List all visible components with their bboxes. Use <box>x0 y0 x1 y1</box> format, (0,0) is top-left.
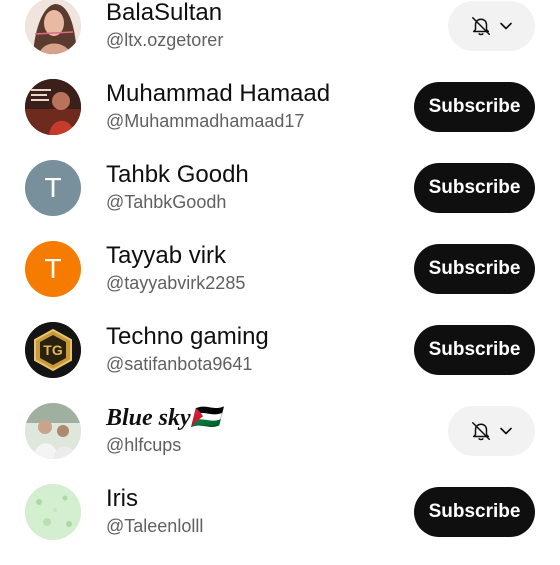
channel-name[interactable]: Iris <box>106 485 138 513</box>
subscribed-button[interactable] <box>448 1 535 51</box>
channel-handle: @Taleenlolll <box>106 516 204 536</box>
subscribed-button[interactable] <box>448 406 535 456</box>
subscribe-button[interactable]: Subscribe <box>414 487 535 537</box>
avatar[interactable] <box>25 79 81 135</box>
bell-off-icon <box>470 15 492 37</box>
channel-row[interactable]: T Tayyab virk @tayyabvirk2285 Subscribe <box>0 241 560 322</box>
channel-row[interactable]: TG Techno gaming @satifanbota9641 Subscr… <box>0 322 560 403</box>
channel-name[interactable]: Tayyab virk <box>106 242 226 270</box>
channel-name[interactable]: Blue sky🇵🇸 <box>106 404 221 432</box>
chevron-down-icon <box>498 423 514 439</box>
avatar-letter: T <box>44 172 62 203</box>
channel-handle: @tayyabvirk2285 <box>106 273 246 293</box>
avatar[interactable] <box>25 403 81 459</box>
avatar[interactable]: TG <box>25 322 81 378</box>
channel-row[interactable]: Muhammad Hamaad @Muhammadhamaad17 Subscr… <box>0 79 560 160</box>
avatar[interactable] <box>25 484 81 540</box>
channel-row[interactable]: T Tahbk Goodh @TahbkGoodh Subscribe <box>0 160 560 241</box>
channel-row[interactable]: Iris @Taleenlolll Subscribe <box>0 484 560 565</box>
channel-handle: @TahbkGoodh <box>106 192 227 212</box>
avatar-letter: T <box>44 253 62 284</box>
channel-name[interactable]: Techno gaming <box>106 323 269 351</box>
chevron-down-icon <box>498 18 514 34</box>
avatar[interactable]: T <box>25 241 81 297</box>
channel-handle: @hlfcups <box>106 435 182 455</box>
channel-handle: @Muhammadhamaad17 <box>106 111 305 131</box>
bell-off-icon <box>470 420 492 442</box>
subscribe-button[interactable]: Subscribe <box>414 163 535 213</box>
subscribe-button[interactable]: Subscribe <box>414 82 535 132</box>
avatar[interactable]: T <box>25 160 81 216</box>
subscribe-button[interactable]: Subscribe <box>414 325 535 375</box>
channel-handle: @ltx.ozgetorer <box>106 30 224 50</box>
channel-row[interactable]: Blue sky🇵🇸 @hlfcups <box>0 403 560 484</box>
channel-handle: @satifanbota9641 <box>106 354 253 374</box>
avatar[interactable] <box>25 0 81 54</box>
channel-name[interactable]: BalaSultan <box>106 0 222 27</box>
subscribe-button[interactable]: Subscribe <box>414 244 535 294</box>
avatar-letter: TG <box>43 342 63 358</box>
channel-name[interactable]: Muhammad Hamaad <box>106 80 330 108</box>
channel-name[interactable]: Tahbk Goodh <box>106 161 249 189</box>
channel-row[interactable]: BalaSultan @ltx.ozgetorer <box>0 0 560 79</box>
